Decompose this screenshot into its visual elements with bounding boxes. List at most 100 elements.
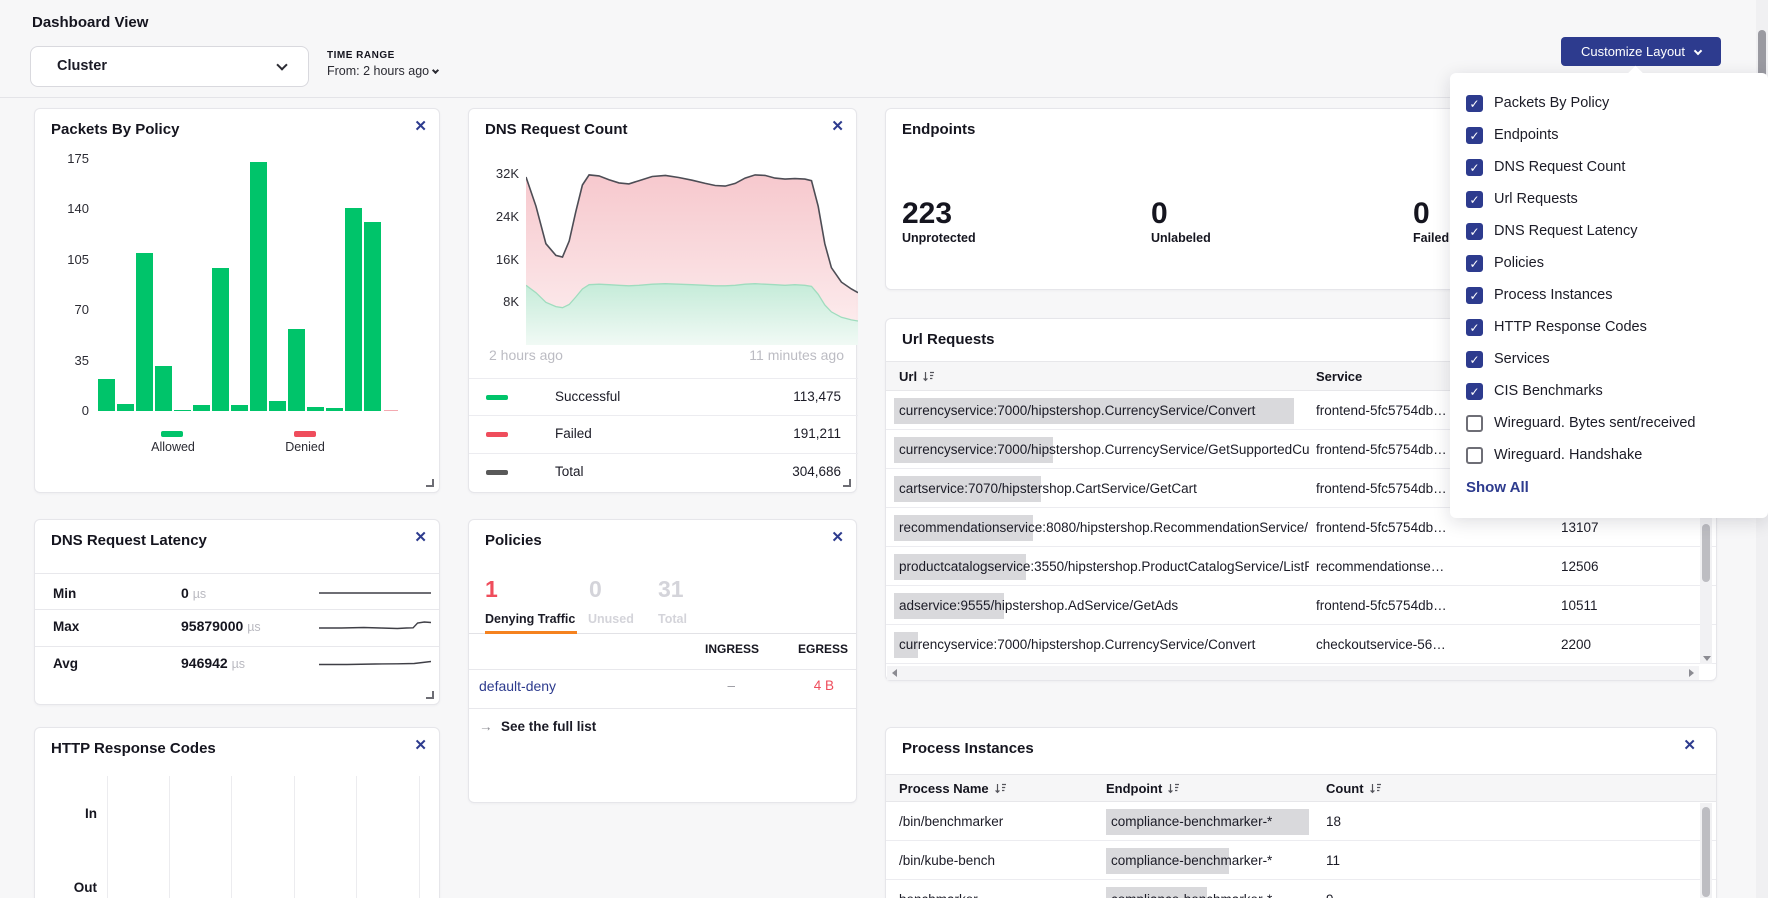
tab-unused[interactable]: Unused xyxy=(588,612,634,626)
url-request-row[interactable]: adservice:9555/hipstershop.AdService/Get… xyxy=(886,586,1716,625)
gridline xyxy=(231,776,232,898)
stat-value-unprotected: 223 xyxy=(902,197,952,231)
horizontal-scrollbar[interactable] xyxy=(887,666,1699,680)
menu-notch xyxy=(1628,66,1644,82)
checkbox-unchecked-icon[interactable] xyxy=(1466,447,1483,464)
url-cell: currencyservice:7000/hipstershop.Currenc… xyxy=(899,637,1309,652)
scroll-right-icon[interactable] xyxy=(1689,669,1694,677)
latency-max-label: Max xyxy=(53,619,79,634)
column-header-url[interactable]: Url xyxy=(899,369,935,384)
tab-denying-traffic[interactable]: Denying Traffic xyxy=(485,612,575,626)
url-request-row[interactable]: currencyservice:7000/hipstershop.Currenc… xyxy=(886,625,1716,664)
endpoint-cell: compliance-benchmarker-* xyxy=(1111,892,1311,898)
checkbox-checked-icon[interactable]: ✓ xyxy=(1466,223,1483,240)
latency-avg-value: 946942 µs xyxy=(181,655,245,671)
checkbox-checked-icon[interactable]: ✓ xyxy=(1466,159,1483,176)
resize-handle[interactable] xyxy=(426,691,434,699)
menu-item-dns-request-count[interactable]: ✓DNS Request Count xyxy=(1450,151,1768,183)
checkbox-checked-icon[interactable]: ✓ xyxy=(1466,255,1483,272)
resize-handle[interactable] xyxy=(843,479,851,487)
checkbox-checked-icon[interactable]: ✓ xyxy=(1466,287,1483,304)
card-title: Endpoints xyxy=(902,121,975,138)
url-cell: currencyservice:7000/hipstershop.Currenc… xyxy=(899,442,1309,457)
time-range-selector[interactable]: From: 2 hours ago xyxy=(327,64,438,78)
row-label-in: In xyxy=(57,806,97,821)
bar-denied xyxy=(384,410,398,412)
process-instance-row[interactable]: /bin/kube-bench compliance-benchmarker-*… xyxy=(886,841,1716,880)
process-instance-row[interactable]: /bin/benchmarker compliance-benchmarker-… xyxy=(886,802,1716,841)
column-header-service[interactable]: Service xyxy=(1316,369,1362,384)
menu-item-label: Packets By Policy xyxy=(1494,95,1609,111)
legend-row-successful: Successful 113,475 xyxy=(469,378,858,415)
url-cell: currencyservice:7000/hipstershop.Currenc… xyxy=(899,403,1309,418)
menu-item-http-response-codes[interactable]: ✓HTTP Response Codes xyxy=(1450,311,1768,343)
legend-swatch-failed xyxy=(486,432,508,437)
sparkline-avg xyxy=(319,654,431,672)
checkbox-checked-icon[interactable]: ✓ xyxy=(1466,95,1483,112)
menu-item-cis-benchmarks[interactable]: ✓CIS Benchmarks xyxy=(1450,375,1768,407)
checkbox-checked-icon[interactable]: ✓ xyxy=(1466,351,1483,368)
sparkline-max xyxy=(319,617,431,635)
bar-allowed xyxy=(269,401,286,411)
close-icon[interactable]: ✕ xyxy=(1683,736,1696,754)
menu-item-process-instances[interactable]: ✓Process Instances xyxy=(1450,279,1768,311)
checkbox-checked-icon[interactable]: ✓ xyxy=(1466,127,1483,144)
checkbox-checked-icon[interactable]: ✓ xyxy=(1466,319,1483,336)
menu-item-label: Wireguard. Bytes sent/received xyxy=(1494,415,1695,431)
resize-handle[interactable] xyxy=(426,479,434,487)
policy-link-default-deny[interactable]: default-deny xyxy=(479,678,556,694)
active-tab-underline xyxy=(485,631,577,634)
show-all-link[interactable]: Show All xyxy=(1466,479,1529,496)
customize-layout-button[interactable]: Customize Layout xyxy=(1561,37,1721,66)
menu-item-dns-request-latency[interactable]: ✓ DNS Request Latency xyxy=(1450,215,1768,247)
checkbox-checked-icon[interactable]: ✓ xyxy=(1466,383,1483,400)
see-full-list-link[interactable]: See the full list xyxy=(501,719,596,734)
url-cell: cartservice:7070/hipstershop.CartService… xyxy=(899,481,1309,496)
checkbox-checked-icon[interactable]: ✓ xyxy=(1466,191,1483,208)
sort-icon xyxy=(922,371,935,382)
column-header-endpoint[interactable]: Endpoint xyxy=(1106,781,1180,796)
gridline xyxy=(107,776,108,898)
y-tick-label: 24K xyxy=(485,209,519,224)
y-tick-label: 0 xyxy=(55,403,89,418)
menu-item-endpoints[interactable]: ✓Endpoints xyxy=(1450,119,1768,151)
legend-label-denied: Denied xyxy=(265,440,345,454)
menu-item-wireguard-handshake[interactable]: Wireguard. Handshake xyxy=(1450,439,1768,471)
gridline xyxy=(294,776,295,898)
menu-item-wireguard-bytes-sent-received[interactable]: Wireguard. Bytes sent/received xyxy=(1450,407,1768,439)
close-icon[interactable]: ✕ xyxy=(831,117,844,135)
card-title: Packets By Policy xyxy=(51,121,179,138)
scrollbar-thumb[interactable] xyxy=(1702,524,1710,582)
page-title: Dashboard View xyxy=(32,14,148,31)
checkbox-unchecked-icon[interactable] xyxy=(1466,415,1483,432)
close-icon[interactable]: ✕ xyxy=(414,736,427,754)
column-header-process-name[interactable]: Process Name xyxy=(899,781,1007,796)
process-instance-row[interactable]: benchmarker compliance-benchmarker-* 9 xyxy=(886,880,1716,898)
menu-item-policies[interactable]: ✓Policies xyxy=(1450,247,1768,279)
customize-layout-menu: ✓Packets By Policy✓Endpoints✓DNS Request… xyxy=(1450,73,1768,518)
close-icon[interactable]: ✕ xyxy=(414,528,427,546)
close-icon[interactable]: ✕ xyxy=(414,117,427,135)
view-selector[interactable]: Cluster xyxy=(30,46,309,87)
menu-item-label: Wireguard. Handshake xyxy=(1494,447,1642,463)
tab-total[interactable]: Total xyxy=(658,612,687,626)
url-cell: adservice:9555/hipstershop.AdService/Get… xyxy=(899,598,1309,613)
close-icon[interactable]: ✕ xyxy=(831,528,844,546)
menu-item-url-requests[interactable]: ✓Url Requests xyxy=(1450,183,1768,215)
bar-allowed xyxy=(212,268,229,411)
scrollbar-thumb[interactable] xyxy=(1702,807,1710,897)
menu-item-label: DNS Request Latency xyxy=(1494,223,1637,239)
bar-allowed xyxy=(136,253,153,411)
url-request-row[interactable]: productcatalogservice:3550/hipstershop.P… xyxy=(886,547,1716,586)
menu-item-services[interactable]: ✓Services xyxy=(1450,343,1768,375)
bar-allowed xyxy=(193,405,210,411)
vertical-scrollbar[interactable] xyxy=(1700,803,1712,898)
column-header-count[interactable]: Count xyxy=(1326,781,1382,796)
count-cell: 11 xyxy=(1326,853,1406,868)
scroll-down-icon[interactable] xyxy=(1703,656,1711,661)
legend-swatch-successful xyxy=(486,395,508,400)
menu-item-packets-by-policy[interactable]: ✓ Packets By Policy xyxy=(1450,87,1768,119)
card-title: Url Requests xyxy=(902,331,995,348)
legend-label-allowed: Allowed xyxy=(133,440,213,454)
scroll-left-icon[interactable] xyxy=(892,669,897,677)
